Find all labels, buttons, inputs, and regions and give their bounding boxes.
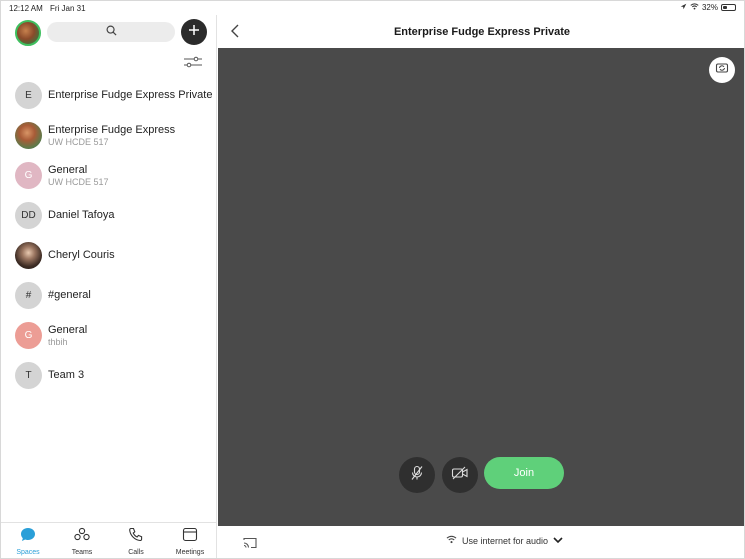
location-icon — [680, 3, 687, 12]
space-title: Team 3 — [48, 369, 85, 381]
microphone-muted-icon — [410, 465, 424, 486]
tab-meetings[interactable]: Meetings — [163, 523, 217, 558]
space-title: General — [48, 163, 88, 176]
tab-teams[interactable]: Teams — [55, 523, 109, 558]
audio-option-selector[interactable]: Use internet for audio — [446, 535, 563, 546]
space-avatar: # — [15, 281, 42, 309]
switch-camera-icon — [715, 61, 729, 79]
space-text: General thbih — [48, 324, 87, 347]
space-text: General UW HCDE 517 — [48, 164, 109, 187]
meeting-header: Enterprise Fudge Express Private — [218, 15, 744, 48]
space-list-item[interactable]: G General thbih — [1, 315, 217, 355]
filter-sliders-icon — [183, 56, 203, 73]
screen-cast-icon — [242, 537, 258, 554]
plus-icon — [188, 23, 200, 41]
battery-icon — [721, 4, 736, 11]
space-avatar — [15, 121, 42, 149]
switch-camera-button[interactable] — [709, 57, 735, 83]
bottom-tab-bar: Spaces Teams Calls Meetings — [1, 522, 217, 558]
space-avatar: DD — [15, 201, 42, 229]
tab-label: Teams — [71, 549, 93, 556]
status-time: 12:12 AM — [9, 4, 43, 13]
space-list-item[interactable]: Enterprise Fudge Express UW HCDE 517 — [1, 115, 217, 155]
space-list-item[interactable]: DD Daniel Tafoya — [1, 195, 217, 235]
space-title: General — [48, 323, 88, 336]
calendar-icon — [182, 527, 198, 547]
space-text: Team 3 — [48, 369, 84, 381]
phone-icon — [128, 527, 144, 547]
space-title: Enterprise Fudge Express — [48, 123, 176, 136]
space-avatar: G — [15, 161, 42, 189]
space-title: Daniel Tafoya — [48, 209, 115, 221]
video-preview: Join — [218, 48, 744, 526]
cast-button[interactable] — [242, 536, 258, 550]
space-avatar: G — [15, 321, 42, 349]
space-title: #general — [48, 289, 91, 301]
meeting-pane: Enterprise Fudge Express Private Join Us… — [218, 15, 744, 558]
space-text: Daniel Tafoya — [48, 209, 114, 221]
space-text: Enterprise Fudge Express UW HCDE 517 — [48, 124, 175, 147]
space-list-item[interactable]: # #general — [1, 275, 217, 315]
join-button[interactable]: Join — [484, 457, 564, 489]
space-list-item[interactable]: E Enterprise Fudge Express Private — [1, 75, 217, 115]
tab-label: Meetings — [175, 549, 205, 556]
tab-label: Spaces — [16, 549, 40, 556]
chat-bubble-icon — [20, 527, 36, 547]
space-avatar — [15, 241, 42, 269]
app-window: 12:12 AM Fri Jan 31 32% E Enterprise Fud… — [0, 0, 745, 559]
chevron-down-icon — [553, 536, 563, 546]
audio-option-label: Use internet for audio — [462, 535, 549, 546]
space-avatar: T — [15, 361, 42, 389]
battery-percent: 32% — [701, 3, 718, 12]
status-date: Fri Jan 31 — [50, 4, 86, 13]
sidebar-header — [1, 15, 217, 51]
space-text: Enterprise Fudge Express Private — [48, 89, 212, 101]
space-subtitle: thbih — [48, 336, 68, 347]
space-title: Cheryl Couris — [48, 249, 115, 261]
search-icon — [106, 23, 117, 41]
tab-label: Calls — [128, 549, 144, 556]
video-off-icon — [451, 466, 469, 485]
spaces-sidebar: E Enterprise Fudge Express Private Enterpr… — [1, 15, 217, 558]
space-subtitle: UW HCDE 517 — [48, 176, 109, 187]
mute-button[interactable] — [399, 457, 435, 493]
teams-icon — [74, 527, 90, 547]
space-text: Cheryl Couris — [48, 249, 115, 261]
page-title: Enterprise Fudge Express Private — [393, 26, 571, 38]
profile-avatar[interactable] — [15, 20, 41, 46]
tab-spaces[interactable]: Spaces — [1, 523, 55, 558]
space-list-item[interactable]: G General UW HCDE 517 — [1, 155, 217, 195]
new-space-button[interactable] — [181, 19, 207, 45]
status-bar: 12:12 AM Fri Jan 31 32% — [1, 1, 744, 15]
status-right: 32% — [680, 3, 736, 12]
wifi-icon — [446, 535, 457, 546]
space-avatar: E — [15, 81, 42, 109]
space-list: E Enterprise Fudge Express Private Enterpr… — [1, 75, 217, 395]
space-text: #general — [48, 289, 91, 301]
meeting-footer: Use internet for audio — [218, 526, 744, 558]
space-list-item[interactable]: T Team 3 — [1, 355, 217, 395]
space-title: Enterprise Fudge Express Private — [48, 89, 213, 101]
space-subtitle: UW HCDE 517 — [48, 136, 109, 147]
video-toggle-button[interactable] — [442, 457, 478, 493]
tab-calls[interactable]: Calls — [109, 523, 163, 558]
space-list-item[interactable]: Cheryl Couris — [1, 235, 217, 275]
battery-fill — [723, 6, 727, 9]
wifi-icon — [690, 3, 699, 12]
filter-button[interactable] — [183, 55, 203, 69]
search-button[interactable] — [47, 22, 175, 42]
